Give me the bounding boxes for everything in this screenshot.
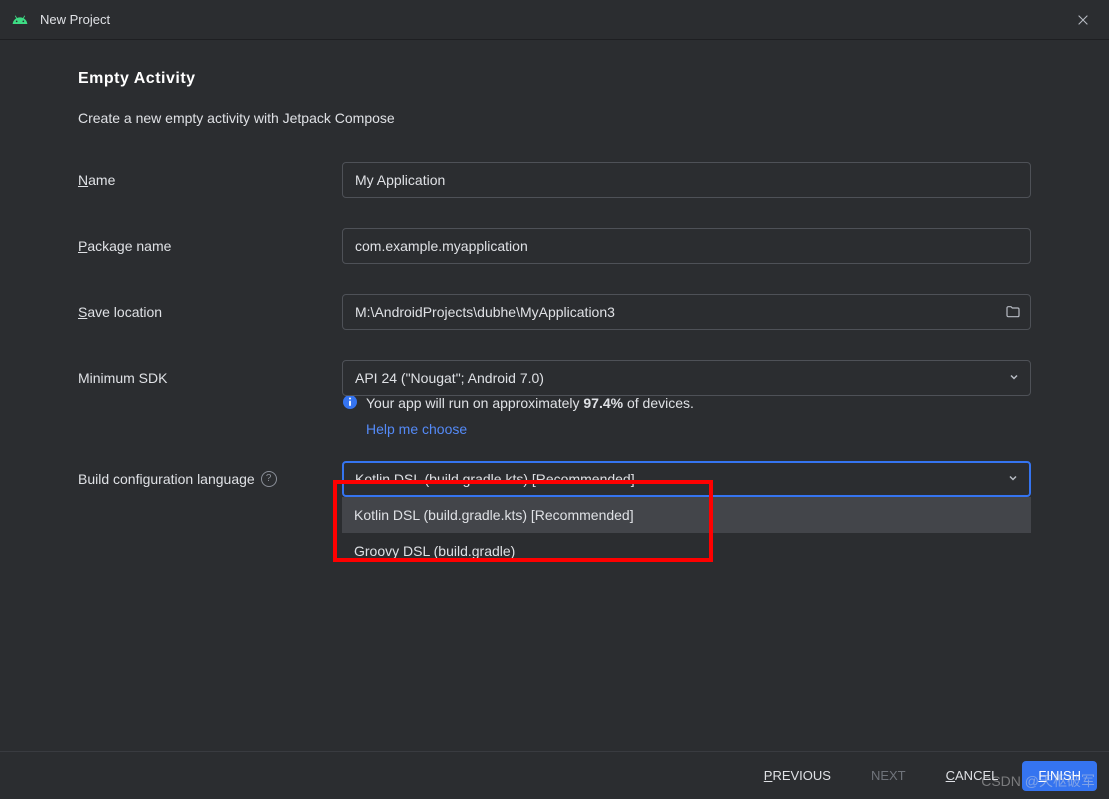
package-input[interactable] — [342, 228, 1031, 264]
help-me-choose-link[interactable]: Help me choose — [366, 418, 694, 440]
label-name: Name — [78, 172, 342, 188]
save-location-input[interactable] — [342, 294, 1031, 330]
build-config-select[interactable]: Kotlin DSL (build.gradle.kts) [Recommend… — [342, 461, 1031, 497]
label-save-location: Save location — [78, 304, 342, 320]
label-min-sdk: Minimum SDK — [78, 370, 342, 386]
help-icon[interactable]: ? — [261, 471, 277, 487]
footer: PREVIOUS NEXT CANCEL FINISH — [0, 751, 1109, 799]
chevron-down-icon — [1008, 370, 1020, 386]
label-build-config: Build configuration language ? — [78, 471, 342, 487]
chevron-down-icon — [1007, 471, 1019, 487]
build-config-value: Kotlin DSL (build.gradle.kts) [Recommend… — [355, 471, 635, 487]
row-package: Package name — [78, 228, 1031, 264]
info-icon — [342, 394, 358, 410]
min-sdk-select[interactable]: API 24 ("Nougat"; Android 7.0) — [342, 360, 1031, 396]
finish-button[interactable]: FINISH — [1022, 761, 1097, 791]
titlebar: New Project — [0, 0, 1109, 40]
page-title: Empty Activity — [78, 70, 1031, 88]
window-title: New Project — [40, 12, 1069, 27]
cancel-button[interactable]: CANCEL — [930, 761, 1015, 791]
dropdown-option-groovy[interactable]: Groovy DSL (build.gradle) — [342, 533, 1031, 569]
folder-icon — [1005, 304, 1021, 320]
next-button: NEXT — [855, 761, 922, 791]
sdk-info-percentage: 97.4% — [583, 395, 623, 411]
previous-button[interactable]: PREVIOUS — [748, 761, 847, 791]
sdk-info-text-post: of devices. — [623, 395, 694, 411]
build-config-dropdown: Kotlin DSL (build.gradle.kts) [Recommend… — [342, 497, 1031, 569]
android-icon — [12, 12, 28, 28]
row-save-location: Save location — [78, 294, 1031, 330]
row-min-sdk: Minimum SDK API 24 ("Nougat"; Android 7.… — [78, 360, 1031, 396]
label-package: Package name — [78, 238, 342, 254]
sdk-info: Your app will run on approximately 97.4%… — [342, 392, 1031, 441]
row-build-config: Build configuration language ? Kotlin DS… — [78, 461, 1031, 497]
close-icon — [1076, 13, 1090, 27]
browse-folder-button[interactable] — [1005, 304, 1021, 320]
dropdown-option-kotlin[interactable]: Kotlin DSL (build.gradle.kts) [Recommend… — [342, 497, 1031, 533]
sdk-info-text-pre: Your app will run on approximately — [366, 395, 583, 411]
close-button[interactable] — [1069, 6, 1097, 34]
row-name: Name — [78, 162, 1031, 198]
content-area: Empty Activity Create a new empty activi… — [0, 40, 1109, 497]
name-input[interactable] — [342, 162, 1031, 198]
min-sdk-value: API 24 ("Nougat"; Android 7.0) — [355, 370, 544, 386]
page-subtitle: Create a new empty activity with Jetpack… — [78, 110, 1031, 126]
